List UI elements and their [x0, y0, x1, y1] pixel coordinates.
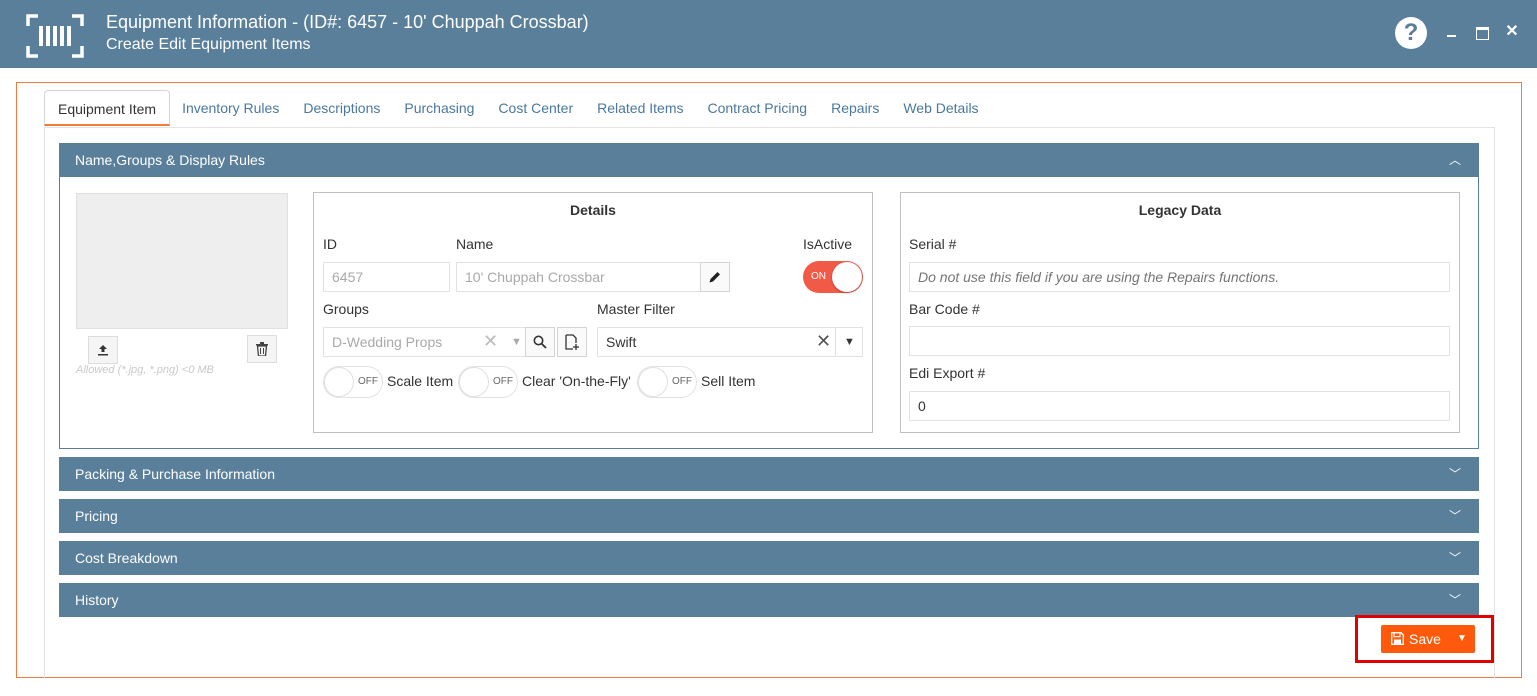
trash-icon	[256, 342, 268, 356]
groups-label: Groups	[323, 301, 369, 317]
barcode-input[interactable]	[909, 326, 1450, 356]
section-packing-header[interactable]: Packing & Purchase Information ﹀	[59, 457, 1479, 491]
serial-label: Serial #	[909, 236, 957, 252]
legacy-title: Legacy Data	[1138, 202, 1222, 218]
title-bar: Equipment Information - (ID#: 6457 - 10'…	[0, 0, 1537, 68]
toggle-knob	[638, 367, 668, 397]
chevron-down-icon: ﹀	[1448, 509, 1461, 523]
tab-equipment-item[interactable]: Equipment Item	[44, 90, 171, 126]
section-title: Packing & Purchase Information	[75, 466, 275, 482]
equipment-image	[76, 193, 288, 329]
id-field: 6457	[323, 262, 450, 292]
sell-item-toggle-state: OFF	[672, 376, 692, 387]
window-title: Equipment Information - (ID#: 6457 - 10'…	[106, 12, 589, 32]
tab-web-details[interactable]: Web Details	[891, 90, 990, 126]
groups-clear-icon[interactable]: ✕	[483, 331, 498, 352]
toggle-knob	[832, 262, 862, 292]
tab-purchasing[interactable]: Purchasing	[392, 90, 486, 126]
scale-item-label: Scale Item	[387, 373, 454, 389]
isactive-toggle[interactable]: ON	[803, 261, 863, 293]
minimize-button[interactable]	[1442, 22, 1462, 42]
section-name-groups-header[interactable]: Name,Groups & Display Rules ︿	[59, 143, 1479, 177]
tab-contract-pricing[interactable]: Contract Pricing	[696, 90, 820, 126]
scale-item-toggle[interactable]: OFF	[323, 366, 383, 398]
sell-item-label: Sell Item	[701, 373, 756, 389]
image-hint: Allowed (*.jpg, *.png) <0 MB	[76, 364, 214, 376]
groups-dropdown-icon[interactable]: ▼	[511, 336, 522, 348]
upload-icon	[98, 345, 108, 356]
sell-item-toggle[interactable]: OFF	[637, 366, 697, 398]
section-title: Cost Breakdown	[75, 550, 178, 566]
groups-search-button[interactable]	[525, 327, 555, 357]
tab-repairs[interactable]: Repairs	[819, 90, 891, 126]
window-subtitle: Create Edit Equipment Items	[106, 36, 311, 53]
save-button[interactable]: Save ▼	[1381, 625, 1475, 653]
save-dropdown-icon[interactable]: ▼	[1449, 625, 1475, 653]
chevron-down-icon: ﹀	[1448, 551, 1461, 565]
new-document-icon	[565, 334, 579, 350]
edi-export-label: Edi Export #	[909, 365, 986, 381]
close-button[interactable]: ✕	[1502, 22, 1522, 42]
section-pricing-header[interactable]: Pricing ﹀	[59, 499, 1479, 533]
tab-bar: Equipment Item Inventory Rules Descripti…	[44, 90, 991, 126]
search-icon	[533, 335, 547, 349]
tab-descriptions[interactable]: Descriptions	[291, 90, 392, 126]
id-label: ID	[323, 236, 337, 252]
section-cost-breakdown-header[interactable]: Cost Breakdown ﹀	[59, 541, 1479, 575]
groups-add-button[interactable]	[557, 327, 587, 357]
scale-item-toggle-state: OFF	[358, 376, 378, 387]
name-label: Name	[456, 236, 494, 252]
clear-on-the-fly-toggle-state: OFF	[493, 376, 513, 387]
upload-button[interactable]	[88, 336, 118, 364]
toggle-knob	[459, 367, 489, 397]
details-panel	[313, 192, 873, 433]
delete-image-button[interactable]	[247, 335, 277, 363]
barcode-icon	[26, 14, 84, 58]
tab-inventory-rules[interactable]: Inventory Rules	[170, 90, 291, 126]
tab-cost-center[interactable]: Cost Center	[486, 90, 585, 126]
tab-related-items[interactable]: Related Items	[585, 90, 695, 126]
toggle-knob	[324, 367, 354, 397]
edit-name-button[interactable]	[700, 262, 730, 292]
master-filter-clear-icon[interactable]: ✕	[816, 331, 831, 352]
edi-export-input[interactable]: 0	[909, 391, 1450, 421]
clear-on-the-fly-toggle[interactable]: OFF	[458, 366, 518, 398]
serial-input[interactable]	[909, 262, 1450, 292]
section-history-header[interactable]: History ﹀	[59, 583, 1479, 617]
pencil-icon	[709, 272, 720, 283]
isactive-toggle-state: ON	[811, 271, 826, 282]
chevron-up-icon: ︿	[1448, 153, 1461, 167]
section-title: Name,Groups & Display Rules	[75, 152, 265, 168]
section-title: History	[75, 592, 119, 608]
maximize-button[interactable]	[1472, 22, 1492, 42]
name-field[interactable]: 10' Chuppah Crossbar	[456, 262, 701, 292]
clear-on-the-fly-label: Clear 'On-the-Fly'	[522, 373, 631, 389]
details-title: Details	[570, 202, 616, 218]
save-label: Save	[1409, 631, 1441, 647]
chevron-down-icon: ﹀	[1448, 593, 1461, 607]
help-icon[interactable]: ?	[1395, 17, 1427, 49]
chevron-down-icon: ﹀	[1448, 467, 1461, 481]
divider	[835, 328, 836, 356]
master-filter-label: Master Filter	[597, 301, 675, 317]
master-filter-dropdown-icon[interactable]: ▼	[844, 336, 855, 348]
barcode-label: Bar Code #	[909, 301, 980, 317]
floppy-disk-icon	[1391, 632, 1404, 645]
isactive-label: IsActive	[803, 236, 853, 252]
section-title: Pricing	[75, 508, 118, 524]
